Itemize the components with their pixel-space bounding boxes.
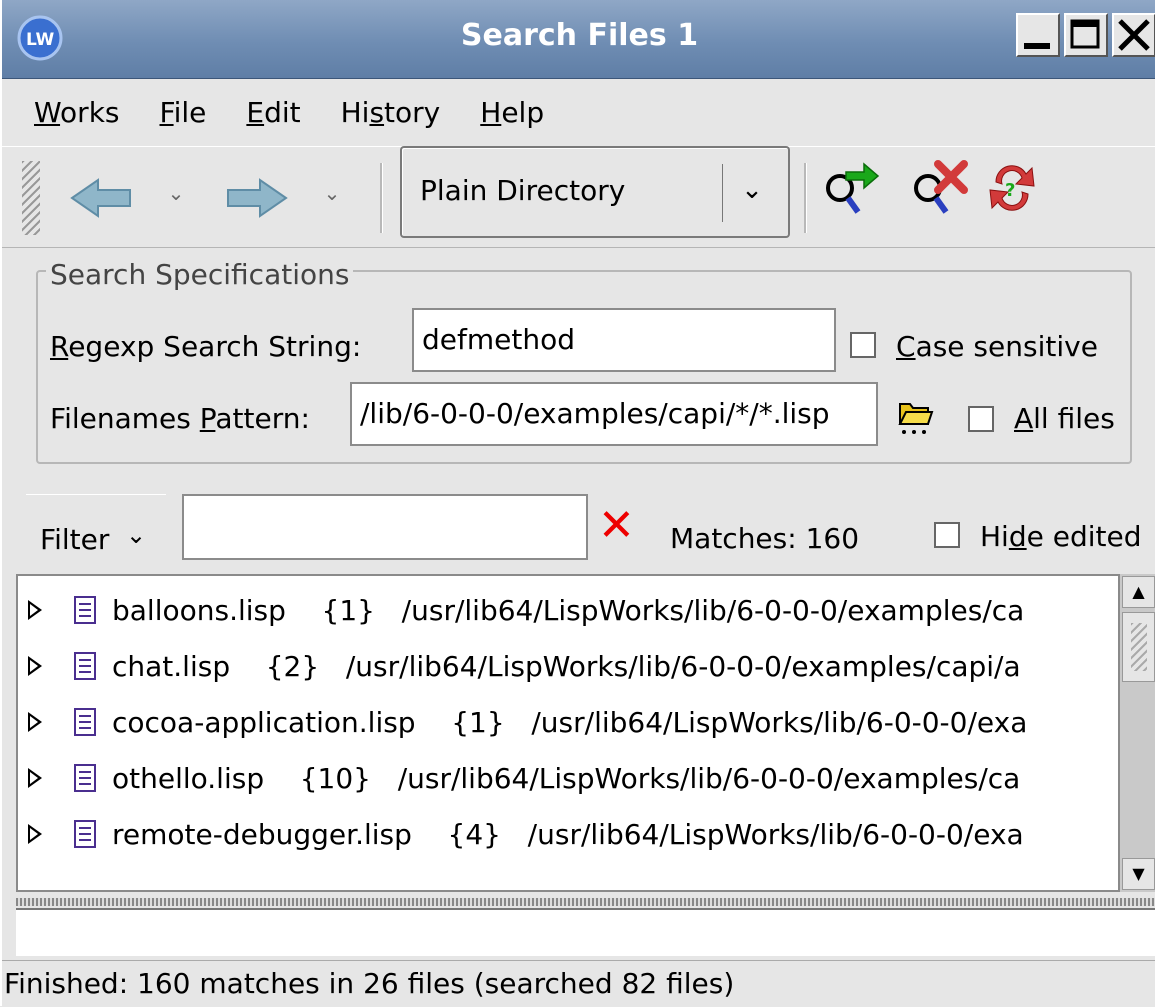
maximize-icon — [1070, 19, 1100, 49]
menu-help[interactable]: Help — [460, 86, 564, 136]
forward-dropdown-icon[interactable]: ⌄ — [320, 181, 344, 205]
filenames-pattern-input[interactable]: /lib/6-0-0-0/examples/capi/*/*.lisp — [350, 382, 878, 446]
expand-triangle-icon[interactable] — [28, 712, 42, 732]
row-text: balloons.lisp {1} /usr/lib64/LispWorks/l… — [112, 594, 1024, 627]
combo-divider — [722, 164, 723, 222]
file-path: /usr/lib64/LispWorks/lib/6-0-0-0/example… — [345, 650, 1021, 683]
case-sensitive-checkbox[interactable] — [850, 332, 876, 358]
close-icon — [1118, 19, 1150, 51]
lisp-file-icon — [74, 596, 96, 624]
toolbar-separator — [804, 163, 807, 233]
menu-bar: Works File Edit History Help — [14, 86, 564, 136]
lisp-file-icon — [74, 708, 96, 736]
filenames-pattern-label: Filenames Pattern: — [50, 402, 310, 435]
menu-history[interactable]: History — [321, 86, 461, 136]
row-text: othello.lisp {10} /usr/lib64/LispWorks/l… — [112, 762, 1020, 795]
lisp-file-icon — [74, 764, 96, 792]
filter-menu-button[interactable]: Filter ⌄ — [26, 494, 166, 571]
minimize-button[interactable] — [1016, 13, 1060, 57]
match-count: {1} — [451, 706, 505, 739]
expand-triangle-icon[interactable] — [28, 656, 42, 676]
scroll-up-icon[interactable]: ▲ — [1122, 576, 1155, 608]
close-button[interactable] — [1112, 13, 1155, 57]
window-title: Search Files 1 — [460, 18, 699, 53]
file-name: balloons.lisp — [112, 594, 286, 627]
match-count: {1} — [321, 594, 375, 627]
regexp-search-input[interactable]: defmethod — [412, 308, 836, 372]
file-name: othello.lisp — [112, 762, 265, 795]
expand-triangle-icon[interactable] — [28, 600, 42, 620]
all-files-label[interactable]: All files — [1014, 402, 1115, 435]
lisp-file-icon — [74, 652, 96, 680]
chevron-down-icon: ⌄ — [126, 521, 147, 549]
group-title: Search Specifications — [46, 258, 354, 291]
back-dropdown-icon[interactable]: ⌄ — [164, 181, 188, 205]
minimize-icon — [1024, 43, 1050, 49]
echo-area — [16, 908, 1155, 956]
search-type-combo[interactable]: Plain Directory ⌄ — [400, 146, 790, 238]
pane-splitter[interactable] — [16, 898, 1155, 906]
lisp-file-icon — [74, 820, 96, 848]
clear-filter-icon[interactable]: ✕ — [598, 504, 638, 548]
back-arrow-icon[interactable] — [68, 177, 134, 219]
forward-arrow-icon[interactable] — [224, 177, 290, 219]
regexp-label: Regexp Search String: — [50, 330, 362, 363]
expand-triangle-icon[interactable] — [28, 768, 42, 788]
row-text: chat.lisp {2} /usr/lib64/LispWorks/lib/6… — [112, 650, 1021, 683]
row-text: cocoa-application.lisp {1} /usr/lib64/Li… — [112, 706, 1027, 739]
results-scrollbar[interactable]: ▲ ▼ — [1120, 574, 1155, 892]
file-path: /usr/lib64/LispWorks/lib/6-0-0-0/exa — [527, 818, 1024, 851]
search-type-value: Plain Directory — [420, 174, 626, 207]
menu-edit[interactable]: Edit — [226, 86, 320, 136]
scrollbar-thumb[interactable] — [1122, 612, 1155, 682]
case-sensitive-label[interactable]: Case sensitive — [896, 330, 1098, 363]
maximize-button[interactable] — [1064, 13, 1108, 57]
filter-label: Filter — [40, 523, 110, 556]
search-stop-icon[interactable] — [908, 158, 968, 218]
file-path: /usr/lib64/LispWorks/lib/6-0-0-0/example… — [397, 762, 1021, 795]
matches-count: Matches: 160 — [670, 522, 860, 555]
match-count: {2} — [265, 650, 320, 683]
toolbar-separator — [380, 163, 383, 233]
file-name: remote-debugger.lisp — [112, 818, 412, 851]
title-bar[interactable]: LW Search Files 1 — [2, 0, 1155, 79]
match-count: {4} — [447, 818, 501, 851]
folder-browse-icon[interactable] — [894, 394, 938, 438]
expand-triangle-icon[interactable] — [28, 824, 42, 844]
status-text: Finished: 160 matches in 26 files (searc… — [4, 967, 735, 1000]
filter-input[interactable] — [182, 494, 588, 560]
file-path: /usr/lib64/LispWorks/lib/6-0-0-0/exa — [531, 706, 1028, 739]
hide-edited-checkbox[interactable] — [934, 522, 960, 548]
refresh-icon[interactable]: ? — [982, 158, 1042, 218]
scroll-down-icon[interactable]: ▼ — [1122, 858, 1155, 890]
chevron-down-icon[interactable]: ⌄ — [732, 170, 772, 210]
search-files-window: LW Search Files 1 Works File Edit Histor… — [0, 0, 1155, 1006]
results-tree[interactable]: balloons.lisp {1} /usr/lib64/LispWorks/l… — [16, 574, 1120, 892]
status-bar: Finished: 160 matches in 26 files (searc… — [2, 960, 1155, 1007]
menu-file[interactable]: File — [140, 86, 227, 136]
file-name: cocoa-application.lisp — [112, 706, 416, 739]
match-count: {10} — [299, 762, 371, 795]
row-text: remote-debugger.lisp {4} /usr/lib64/Lisp… — [112, 818, 1024, 851]
menu-works[interactable]: Works — [14, 86, 140, 136]
toolbar-grip[interactable] — [22, 161, 40, 235]
svg-text:?: ? — [1005, 180, 1015, 201]
hide-edited-label[interactable]: Hide edited — [980, 520, 1142, 553]
search-go-icon[interactable] — [820, 158, 880, 218]
all-files-checkbox[interactable] — [968, 406, 994, 432]
file-name: chat.lisp — [112, 650, 231, 683]
file-path: /usr/lib64/LispWorks/lib/6-0-0-0/example… — [401, 594, 1025, 627]
